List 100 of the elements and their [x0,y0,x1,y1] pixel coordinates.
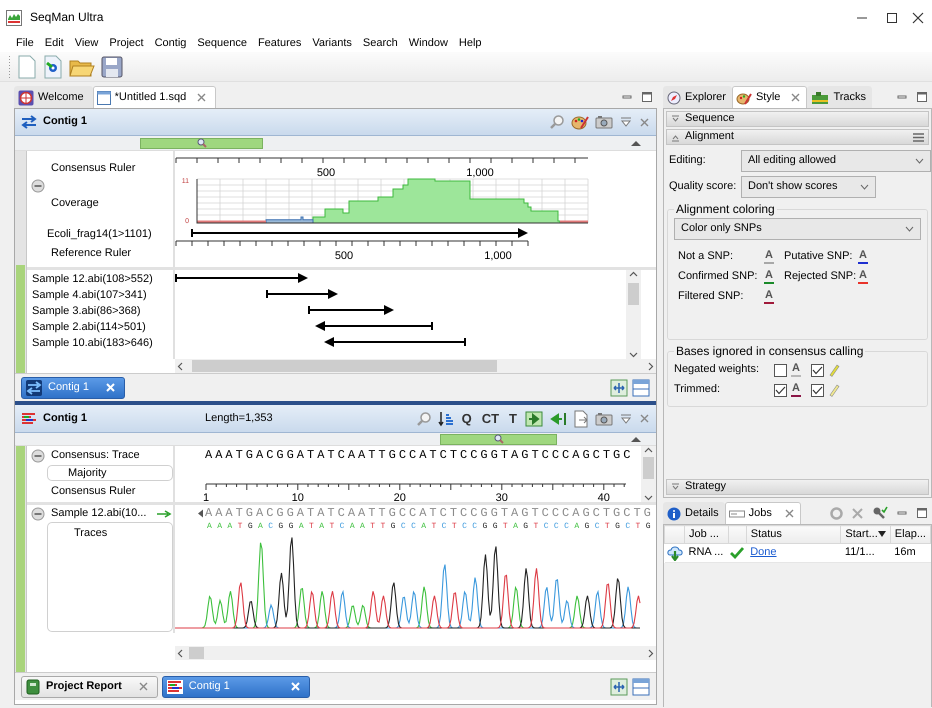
scrollbar-thumb[interactable] [189,647,204,659]
compass-icon [667,90,681,104]
read-label[interactable]: Sample 2.abi(114>501) [27,319,173,335]
toolbar-button[interactable]: CT [480,412,502,426]
editor-tab[interactable]: Contig 1 [21,376,125,398]
layout-icon[interactable] [632,378,650,396]
chevron-down-icon [905,226,914,232]
track-mode-label[interactable]: Majority [47,465,173,481]
settings-file-icon[interactable] [43,54,63,78]
editor-tab[interactable]: Project Report [21,676,158,698]
scrollbar-thumb[interactable] [628,283,639,305]
search-icon[interactable] [549,114,565,130]
checkbox[interactable] [811,364,824,376]
menu-item[interactable]: Sequence [197,36,247,50]
menu-item[interactable]: Window [408,36,448,50]
checkbox[interactable] [774,364,787,376]
menu-item[interactable]: Contig [154,36,186,50]
maximize-icon[interactable] [916,91,928,103]
collapse-circle-icon[interactable] [31,448,45,462]
editor-tab[interactable]: *Untitled 1.sqd [92,86,216,108]
toolbar-button[interactable]: Q [460,412,474,426]
maximize-icon[interactable] [886,12,898,24]
read-label[interactable]: Sample 3.abi(86>368) [27,303,173,319]
menu-item[interactable]: Project [109,36,144,50]
horizontal-scrollbar[interactable] [175,646,656,660]
menu-item[interactable]: File [16,36,34,50]
maximize-icon[interactable] [641,91,653,103]
editor-tab[interactable]: Contig 1 [162,676,310,698]
check-icon [775,386,786,394]
save-icon[interactable] [101,56,123,78]
camera-icon[interactable] [595,115,613,129]
navigator-track[interactable] [15,151,27,373]
section-header[interactable]: Sequence [666,111,929,127]
editor-tab[interactable]: Welcome [14,86,93,108]
panel-tab[interactable]: Details [663,502,725,524]
sort-icon[interactable] [438,410,454,426]
maximize-icon[interactable] [916,507,928,519]
collapse-arrow-icon[interactable] [630,139,642,147]
collapse-arrow-icon[interactable] [630,435,642,443]
menu-icon[interactable] [913,132,924,142]
scrollbar-thumb[interactable] [643,457,654,479]
legend-label: Filtered SNP: [678,290,744,304]
column-header[interactable]: Job ... [684,526,728,544]
left-triangle-icon[interactable] [197,509,204,518]
overview-slider[interactable] [140,138,263,148]
section-header[interactable]: Alignment [666,129,929,145]
key-check-icon[interactable] [872,506,888,520]
search-icon[interactable] [416,410,432,426]
read-label[interactable]: Sample 12.abi(10... [51,506,146,520]
horizontal-scrollbar[interactable] [175,359,656,373]
scroll-down-icon[interactable] [644,493,653,502]
navigator-thumb[interactable] [16,265,25,373]
scroll-down-icon[interactable] [629,350,638,359]
status-link[interactable]: Done [750,546,777,558]
export-icon[interactable] [573,410,589,428]
base-style-sample: A [791,383,801,397]
scrollbar-thumb[interactable] [192,360,497,372]
camera-icon[interactable] [595,412,613,426]
palette-icon[interactable] [571,114,589,130]
close-icon[interactable] [912,12,924,24]
previous-arrow-icon[interactable] [549,410,567,426]
menu-item[interactable]: Search [362,36,398,50]
column-header[interactable]: Status [746,526,841,544]
menu-item[interactable]: Edit [44,36,64,50]
collapse-circle-icon[interactable] [31,506,45,520]
read-label[interactable]: Sample 10.abi(183>646) [27,335,173,351]
section-header[interactable]: Strategy [666,479,929,495]
panel-tab[interactable]: Jobs [724,502,801,524]
menu-item[interactable]: Features [258,36,302,50]
checkbox[interactable] [811,384,824,396]
dropdown[interactable]: Color only SNPs [674,218,921,240]
menu-item[interactable]: View [74,36,98,50]
layout-icon[interactable] [632,678,650,696]
checkbox[interactable] [774,384,787,396]
panel-tab[interactable]: Explorer [663,86,732,108]
sort-down-icon[interactable] [878,531,886,537]
next-arrow-icon[interactable] [525,410,543,426]
column-header[interactable]: Elap... [890,526,930,544]
view-menu-icon[interactable] [619,412,633,424]
read-label[interactable]: Sample 12.abi(108>552) [27,271,173,287]
menu-item[interactable]: Help [458,36,482,50]
fit-view-icon[interactable] [610,678,628,696]
panel-title: Contig 1 [43,412,87,426]
toolbar-button[interactable]: T [507,412,519,426]
column-header[interactable]: Start... [840,526,890,544]
vertical-scrollbar[interactable] [641,446,656,502]
panel-tab[interactable]: Style [732,86,808,108]
dropdown[interactable]: Don't show scores [741,176,876,198]
panel-tab[interactable]: Tracks [807,86,872,108]
menu-item[interactable]: Variants [312,36,352,50]
dropdown[interactable]: All editing allowed [741,150,931,172]
read-label[interactable]: Sample 4.abi(107>341) [27,287,173,303]
view-menu-icon[interactable] [619,116,633,128]
scroll-up-icon[interactable] [644,446,653,455]
scroll-up-icon[interactable] [629,270,638,279]
collapse-circle-icon[interactable] [31,179,45,193]
fit-view-icon[interactable] [610,378,628,396]
group-label: Bases ignored in consensus calling [675,344,864,358]
new-file-icon[interactable] [17,54,37,78]
vertical-scrollbar[interactable] [626,270,641,359]
